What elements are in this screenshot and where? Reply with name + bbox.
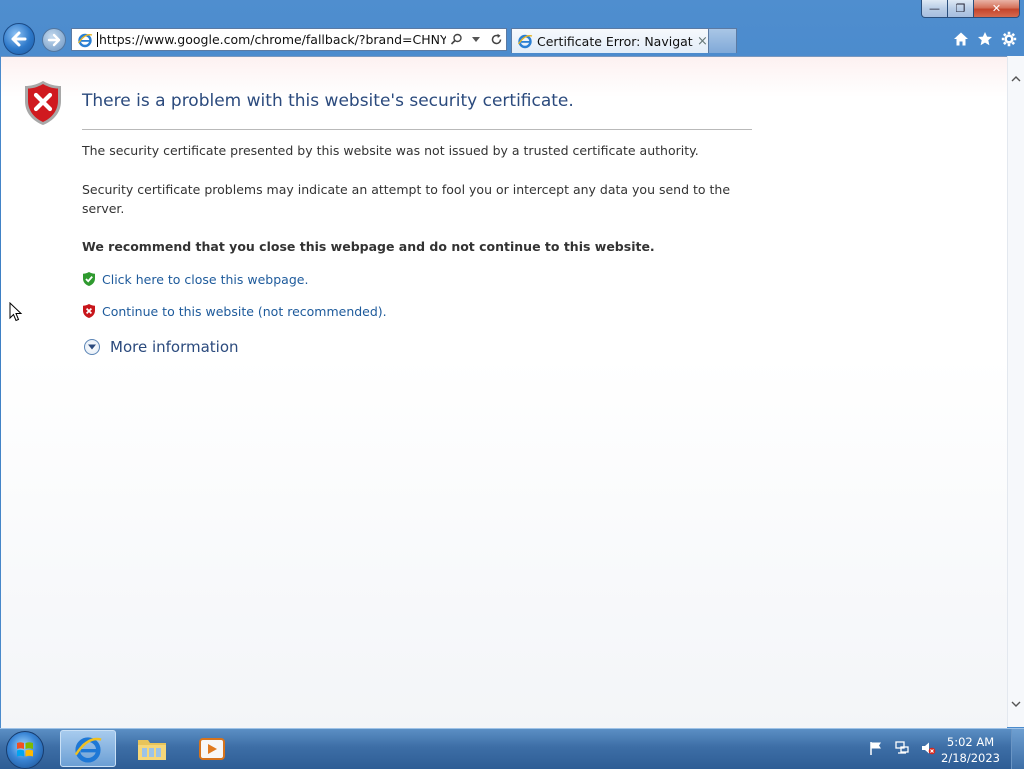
folder-icon [138, 739, 166, 760]
continue-to-website-link[interactable]: Continue to this website (not recommende… [102, 304, 387, 319]
risk-warning-text: Security certificate problems may indica… [82, 182, 731, 216]
ie-icon [77, 33, 93, 47]
maximize-button[interactable]: ❐ [948, 0, 974, 18]
shield-error-icon [25, 81, 61, 125]
taskbar-internet-explorer[interactable] [60, 730, 116, 767]
close-page-row: Click here to close this webpage. [82, 271, 308, 287]
shield-error-icon [83, 304, 95, 318]
scroll-up-icon[interactable] [1008, 71, 1024, 87]
chevron-down-icon [84, 339, 100, 355]
page-title: There is a problem with this website's s… [82, 91, 574, 111]
system-tray [868, 740, 936, 756]
back-arrow-icon [11, 31, 27, 47]
issuer-warning-text: The security certificate presented by th… [82, 143, 699, 158]
address-bar[interactable]: https://www.google.com/chrome/fallback/?… [71, 28, 507, 51]
forward-button[interactable] [42, 28, 66, 52]
scroll-down-icon[interactable] [1008, 696, 1024, 712]
dropdown-icon[interactable] [468, 32, 484, 48]
close-webpage-link[interactable]: Click here to close this webpage. [102, 272, 308, 287]
new-tab-button[interactable] [709, 28, 737, 53]
vertical-scrollbar[interactable] [1007, 56, 1024, 727]
clock-time: 5:02 AM [946, 735, 995, 749]
mouse-cursor-icon [9, 302, 23, 322]
back-button[interactable] [3, 23, 35, 55]
tab-title: Certificate Error: Navigation... [537, 33, 693, 49]
volume-muted-icon[interactable] [920, 740, 936, 756]
caption-buttons: — ❐ ✕ [921, 0, 1020, 19]
command-icons [952, 30, 1018, 48]
close-window-button[interactable]: ✕ [974, 0, 1020, 18]
forward-arrow-icon [47, 33, 61, 47]
page-content: There is a problem with this website's s… [1, 56, 1007, 728]
start-button[interactable] [6, 731, 44, 769]
home-icon[interactable] [952, 30, 970, 48]
taskbar: 5:02 AM 2/18/2023 [0, 728, 1024, 769]
divider [82, 129, 752, 130]
recommendation-text: We recommend that you close this webpage… [82, 239, 655, 254]
continue-row: Continue to this website (not recommende… [82, 303, 387, 319]
shield-ok-icon [83, 272, 95, 286]
favorites-star-icon[interactable] [976, 30, 994, 48]
gear-icon[interactable] [1000, 30, 1018, 48]
system-clock[interactable]: 5:02 AM 2/18/2023 [941, 734, 1000, 766]
refresh-icon[interactable] [488, 32, 504, 48]
minimize-button[interactable]: — [921, 0, 948, 18]
clock-date: 2/18/2023 [941, 751, 1000, 765]
ie-icon [517, 34, 533, 49]
flag-icon[interactable] [868, 740, 884, 756]
taskbar-file-explorer[interactable] [124, 730, 180, 767]
address-url[interactable]: https://www.google.com/chrome/fallback/?… [97, 32, 446, 47]
search-icon[interactable] [448, 32, 464, 48]
taskbar-media-player[interactable] [184, 730, 240, 767]
more-information-label: More information [110, 338, 239, 356]
network-icon[interactable] [894, 740, 910, 756]
tab-certificate-error[interactable]: Certificate Error: Navigation... × [511, 28, 709, 53]
ie-icon [74, 736, 102, 762]
media-player-icon [199, 737, 225, 760]
windows-logo-icon [17, 742, 33, 757]
tab-close-button[interactable]: × [697, 34, 708, 49]
more-information-toggle[interactable]: More information [84, 338, 239, 356]
show-desktop-button[interactable] [1011, 729, 1024, 769]
